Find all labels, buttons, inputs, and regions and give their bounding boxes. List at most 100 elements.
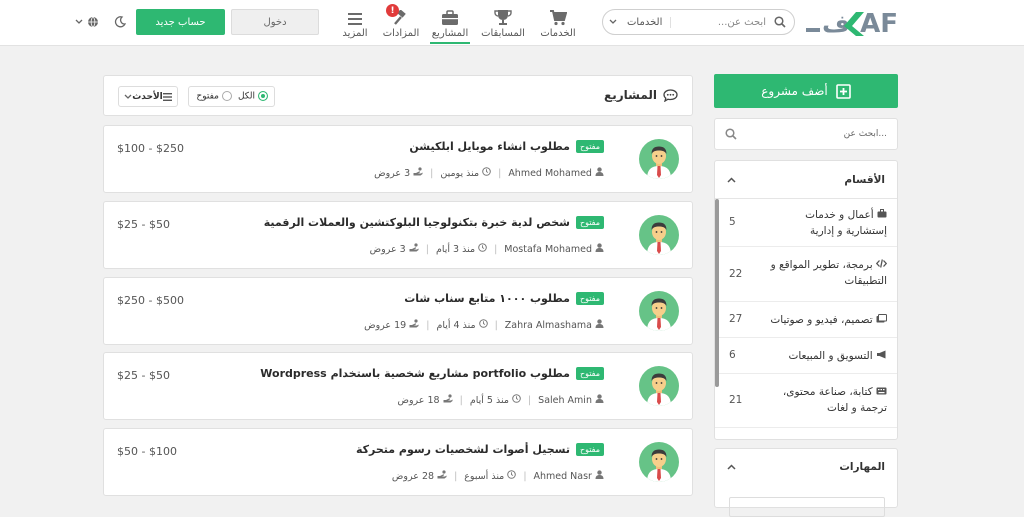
globe-icon[interactable] [86, 14, 100, 30]
hand-icon [409, 319, 419, 328]
add-project-label: أضف مشروع [761, 84, 828, 98]
images-icon [876, 314, 887, 323]
nav-auctions[interactable]: ! المزادات [383, 4, 419, 44]
radio-icon[interactable] [221, 91, 232, 102]
category-count: 21 [729, 394, 743, 406]
offers-count: 19 عروض [364, 319, 419, 331]
nav-projects-label: المشاريع [431, 28, 469, 39]
project-title[interactable]: مطلوب ١٠٠٠ متابع سناب شات [404, 292, 570, 305]
budget-range: $250 - $500 [117, 294, 184, 307]
author[interactable]: Ahmed Mohamed [508, 167, 604, 179]
menu-icon [347, 4, 363, 26]
avatar[interactable] [639, 442, 679, 482]
category-item[interactable]: برمجة، تطوير المواقع و التطبيقات 22 [715, 247, 897, 302]
project-card[interactable]: مفتوح مطلوب portfolio مشاريع شخصية باستخ… [103, 352, 693, 420]
search-scope-label: الخدمات [627, 16, 663, 28]
moon-icon[interactable] [113, 14, 127, 30]
skills-header[interactable]: المهارات [715, 449, 897, 485]
nav-services-label: الخدمات [540, 28, 576, 39]
project-title[interactable]: تسجيل أصوات لشخصيات رسوم متحركة [356, 443, 570, 456]
project-card[interactable]: مفتوح مطلوب ١٠٠٠ متابع سناب شات Zahra Al… [103, 277, 693, 345]
hand-icon [413, 167, 423, 176]
chevron-up-icon [727, 464, 736, 470]
briefcase-icon [877, 209, 887, 218]
categories-title: الأقسام [844, 173, 885, 186]
project-title-row: مفتوح تسجيل أصوات لشخصيات رسوم متحركة [356, 443, 604, 456]
gavel-icon: ! [386, 4, 410, 26]
add-project-button[interactable]: أضف مشروع [714, 74, 898, 108]
author[interactable]: Zahra Almashama [505, 319, 604, 331]
clock-icon [478, 319, 488, 328]
budget-range: $25 - $50 [117, 218, 170, 231]
time-label: منذ 4 أيام [436, 320, 476, 331]
nav-more-label: المزيد [342, 28, 368, 39]
project-card[interactable]: مفتوح مطلوب انشاء موبايل ابلكيشن Ahmed M… [103, 125, 693, 193]
code-icon [875, 259, 888, 268]
nav-projects[interactable]: المشاريع [430, 4, 470, 44]
budget-range: $25 - $50 [117, 369, 170, 382]
offers-label: 19 عروض [364, 320, 407, 331]
sidebar-search-input[interactable]: ابحث عن... [844, 129, 887, 139]
budget-range: $50 - $100 [117, 445, 177, 458]
scrollbar[interactable] [715, 199, 719, 387]
project-title-row: مفتوح شخص لدية خبرة بتكنولوجيا البلوكتشي… [264, 216, 604, 229]
register-button[interactable]: حساب جديد [136, 9, 225, 35]
avatar[interactable] [639, 215, 679, 255]
header-search[interactable]: ابحث عن... الخدمات [602, 9, 795, 35]
kaf-logo[interactable]: AF ف [800, 6, 900, 39]
project-meta: Ahmed Nasr | منذ أسبوع | 28 عروض [392, 470, 604, 482]
category-item[interactable]: أعمال و خدمات إستشارية و إدارية 5 [715, 199, 897, 247]
hand-icon [443, 394, 453, 403]
sidebar-search[interactable]: ابحث عن... [714, 118, 898, 150]
posted-time: منذ يومين [440, 167, 491, 179]
time-label: منذ 5 أيام [469, 395, 509, 406]
user-icon [595, 167, 604, 176]
comments-icon [663, 88, 678, 102]
chevron-down-icon[interactable] [72, 14, 86, 30]
time-label: منذ يومين [440, 168, 480, 179]
project-card[interactable]: مفتوح شخص لدية خبرة بتكنولوجيا البلوكتشي… [103, 201, 693, 269]
category-item[interactable]: التسويق و المبيعات 6 [715, 338, 897, 374]
author[interactable]: Saleh Amin [538, 394, 604, 406]
author[interactable]: Mostafa Mohamed [504, 243, 604, 255]
hand-icon [437, 470, 447, 479]
user-icon [595, 319, 604, 328]
nav-services[interactable]: الخدمات [539, 4, 577, 44]
categories-header[interactable]: الأقسام [715, 161, 897, 199]
status-badge: مفتوح [575, 292, 604, 305]
author[interactable]: Ahmed Nasr [534, 470, 604, 482]
project-title[interactable]: مطلوب portfolio مشاريع شخصية باستخدام Wo… [260, 367, 570, 380]
briefcase-icon [441, 4, 459, 26]
radio-icon[interactable] [258, 91, 268, 102]
filter-open[interactable]: مفتوح [196, 91, 232, 102]
search-input[interactable]: ابحث عن... [671, 17, 768, 28]
status-badge: مفتوح [575, 367, 604, 380]
projects-title: المشاريع [604, 88, 657, 102]
search-scope-select[interactable]: الخدمات [603, 16, 672, 28]
nav-more[interactable]: المزيد [340, 4, 370, 44]
posted-time: منذ 3 أيام [436, 243, 487, 255]
cart-icon [549, 4, 567, 26]
nav-contests-label: المسابقات [481, 28, 525, 39]
avatar[interactable] [639, 139, 679, 179]
sort-select[interactable]: الأحدث [118, 86, 178, 107]
offers-label: 28 عروض [391, 471, 435, 482]
filter-all[interactable]: الكل [238, 91, 268, 102]
project-title-row: مفتوح مطلوب ١٠٠٠ متابع سناب شات [404, 292, 604, 305]
avatar[interactable] [639, 366, 679, 406]
skills-input[interactable] [729, 497, 885, 517]
nav-auctions-label: المزادات [382, 28, 420, 39]
clock-icon [512, 394, 521, 403]
search-icon[interactable] [768, 10, 792, 34]
project-title[interactable]: شخص لدية خبرة بتكنولوجيا البلوكتشين والع… [264, 216, 570, 229]
search-icon[interactable] [725, 128, 737, 143]
nav-contests[interactable]: المسابقات [481, 4, 525, 44]
category-item[interactable]: تصميم، فيديو و صوتيات 27 [715, 302, 897, 338]
avatar[interactable] [639, 291, 679, 331]
sort-lines-icon [162, 92, 172, 101]
category-item[interactable]: كتابة، صناعة محتوى، ترجمة و لغات 21 [715, 374, 897, 428]
status-filter[interactable]: الكل مفتوح [188, 86, 275, 107]
project-title[interactable]: مطلوب انشاء موبايل ابلكيشن [409, 140, 570, 153]
login-button[interactable]: دخول [231, 9, 319, 35]
project-card[interactable]: مفتوح تسجيل أصوات لشخصيات رسوم متحركة Ah… [103, 428, 693, 496]
